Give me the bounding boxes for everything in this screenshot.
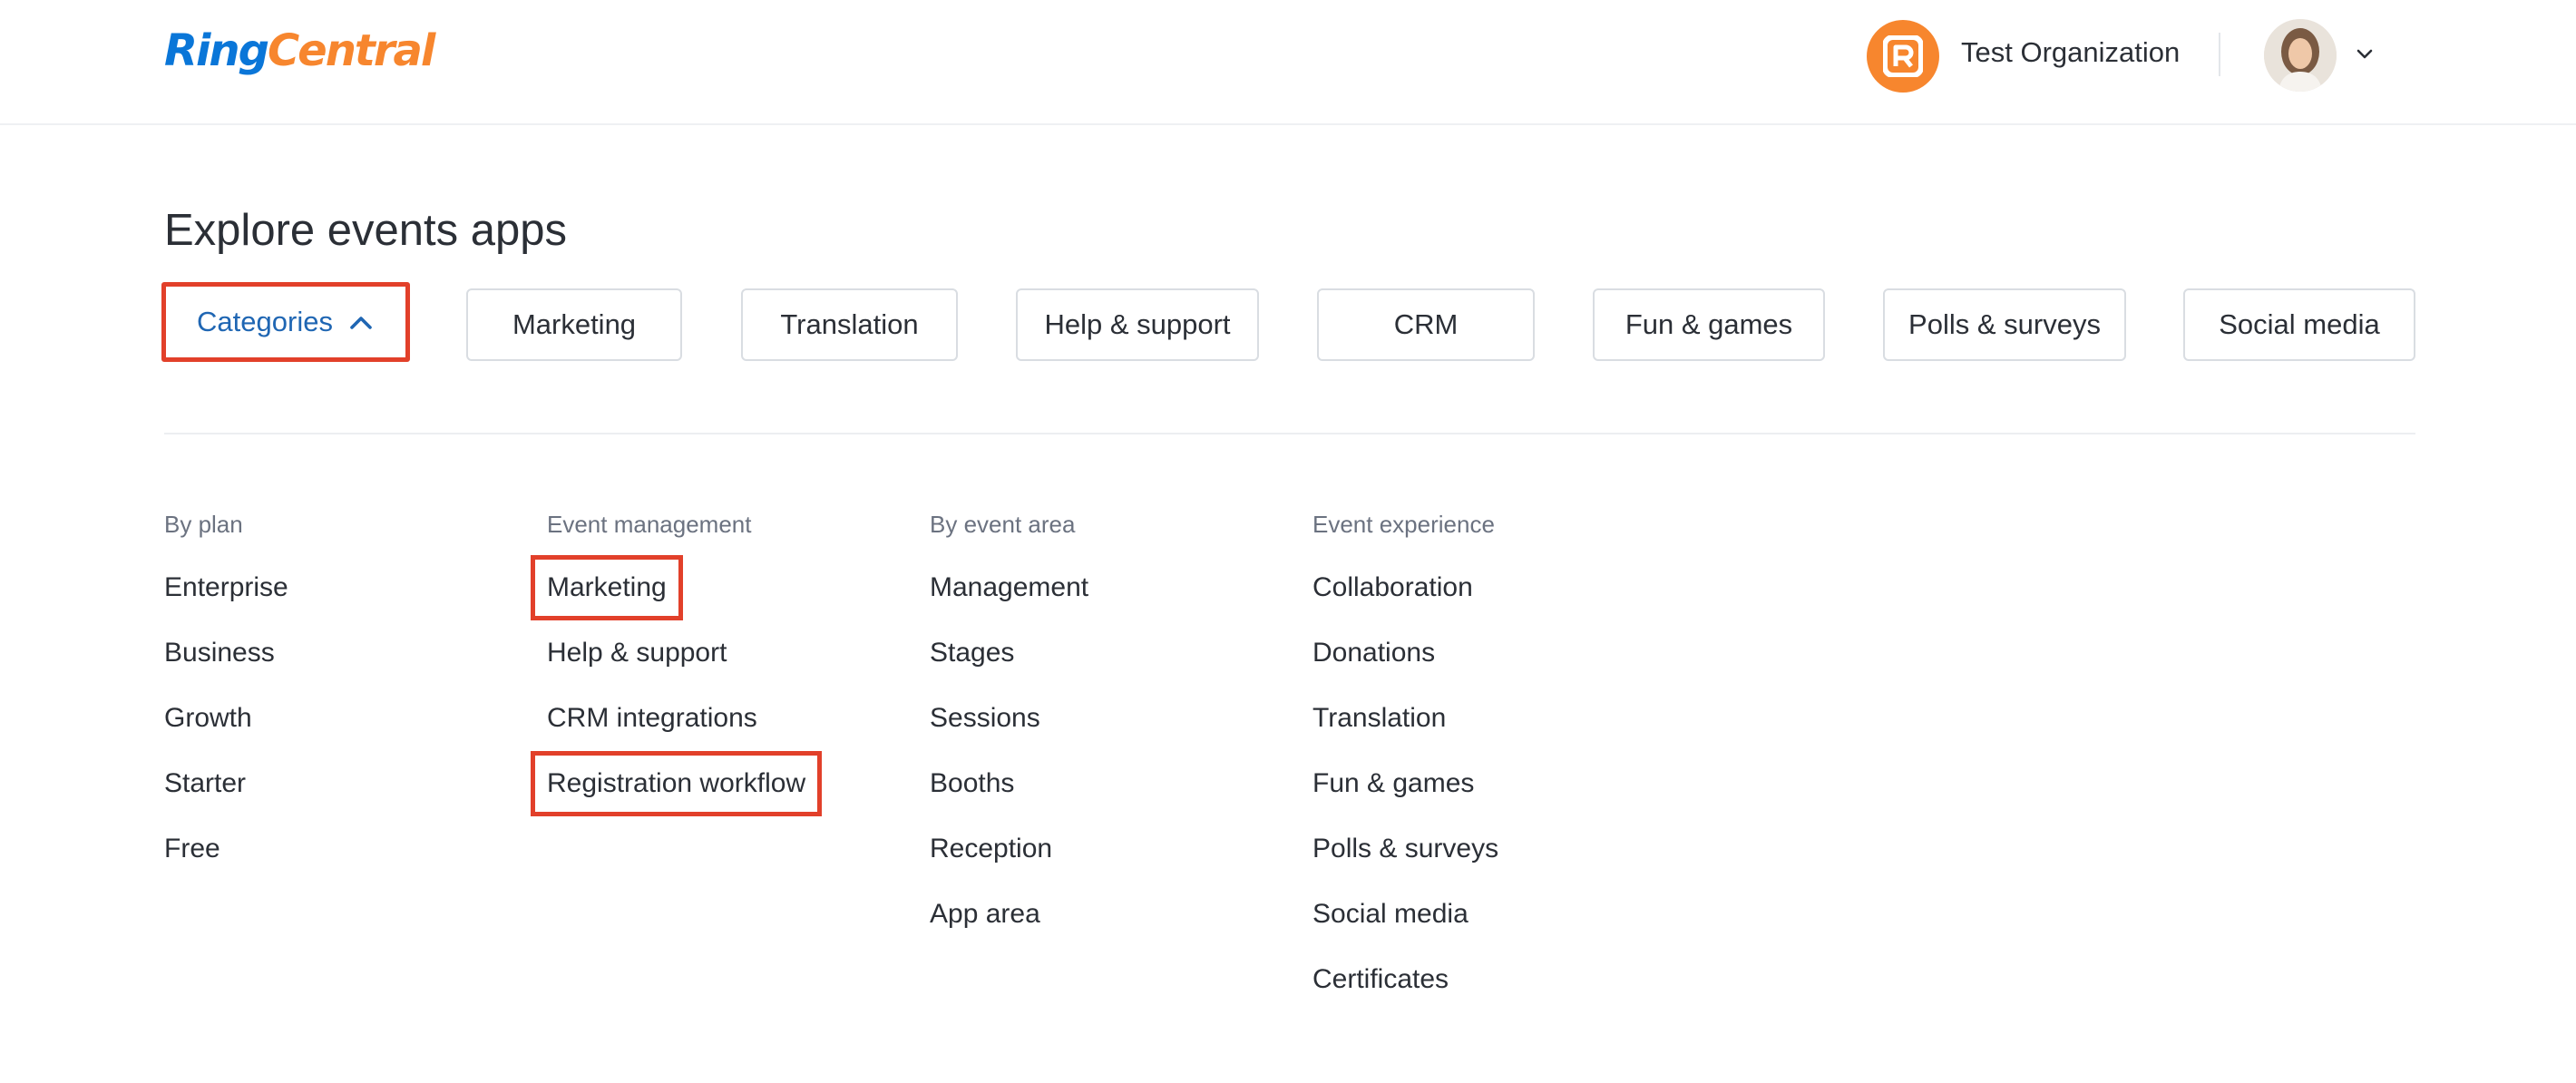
chip-crm[interactable]: CRM bbox=[1317, 288, 1535, 361]
category-link-sessions[interactable]: Sessions bbox=[930, 702, 1088, 767]
category-link-booths[interactable]: Booths bbox=[930, 767, 1088, 833]
column-event-experience: Event experience Collaboration Donations… bbox=[1312, 508, 1498, 1029]
chip-fun-games[interactable]: Fun & games bbox=[1593, 288, 1825, 361]
category-link-registration-workflow[interactable]: Registration workflow bbox=[530, 751, 823, 833]
chip-marketing[interactable]: Marketing bbox=[466, 288, 682, 361]
category-link-free[interactable]: Free bbox=[164, 833, 288, 898]
column-heading: Event management bbox=[547, 511, 752, 538]
column-heading: By event area bbox=[930, 511, 1076, 538]
column-by-event-area: By event area Management Stages Sessions… bbox=[930, 508, 1088, 963]
page-title: Explore events apps bbox=[164, 206, 567, 255]
category-list: Marketing Help & support CRM integration… bbox=[530, 555, 823, 833]
chip-help-support[interactable]: Help & support bbox=[1016, 288, 1259, 361]
category-link-business[interactable]: Business bbox=[164, 637, 288, 702]
chip-polls-surveys[interactable]: Polls & surveys bbox=[1883, 288, 2126, 361]
category-link-help-support[interactable]: Help & support bbox=[547, 637, 805, 702]
column-heading: Event experience bbox=[1312, 511, 1495, 538]
top-header: RingCentral Test Organization bbox=[0, 0, 2576, 125]
category-list: Collaboration Donations Translation Fun … bbox=[1312, 571, 1498, 1029]
category-link-growth[interactable]: Growth bbox=[164, 702, 288, 767]
category-link-translation[interactable]: Translation bbox=[1312, 702, 1498, 767]
category-link-app-area[interactable]: App area bbox=[930, 898, 1088, 963]
category-link-polls-surveys[interactable]: Polls & surveys bbox=[1312, 833, 1498, 898]
organization-avatar[interactable] bbox=[1867, 20, 1939, 93]
category-link-collaboration[interactable]: Collaboration bbox=[1312, 571, 1498, 637]
category-link-marketing[interactable]: Marketing bbox=[531, 555, 805, 637]
category-link-starter[interactable]: Starter bbox=[164, 767, 288, 833]
category-link-crm-integrations[interactable]: CRM integrations bbox=[547, 702, 805, 767]
category-link-donations[interactable]: Donations bbox=[1312, 637, 1498, 702]
column-by-plan: By plan Enterprise Business Growth Start… bbox=[164, 508, 288, 898]
ringcentral-logo[interactable]: RingCentral bbox=[164, 25, 435, 76]
category-link-management[interactable]: Management bbox=[930, 571, 1088, 637]
categories-toggle-button[interactable]: Categories bbox=[161, 282, 410, 362]
organization-name[interactable]: Test Organization bbox=[1961, 36, 2180, 69]
column-event-management: Event management Marketing Help & suppor… bbox=[530, 508, 823, 833]
chevron-down-icon[interactable] bbox=[2353, 40, 2376, 67]
user-photo-icon bbox=[2264, 19, 2337, 92]
header-divider bbox=[2219, 33, 2220, 76]
chip-translation[interactable]: Translation bbox=[741, 288, 958, 361]
category-link-certificates[interactable]: Certificates bbox=[1312, 963, 1498, 1029]
user-avatar[interactable] bbox=[2264, 19, 2337, 92]
section-divider bbox=[164, 433, 2415, 434]
category-link-fun-games[interactable]: Fun & games bbox=[1312, 767, 1498, 833]
category-link-stages[interactable]: Stages bbox=[930, 637, 1088, 702]
category-link-reception[interactable]: Reception bbox=[930, 833, 1088, 898]
ringcentral-r-icon bbox=[1883, 35, 1923, 77]
column-heading: By plan bbox=[164, 511, 243, 538]
category-link-social-media[interactable]: Social media bbox=[1312, 898, 1498, 963]
category-list: Enterprise Business Growth Starter Free bbox=[164, 571, 288, 898]
chip-social-media[interactable]: Social media bbox=[2183, 288, 2415, 361]
category-list: Management Stages Sessions Booths Recept… bbox=[930, 571, 1088, 963]
chevron-up-icon bbox=[350, 317, 372, 329]
category-link-enterprise[interactable]: Enterprise bbox=[164, 571, 288, 637]
